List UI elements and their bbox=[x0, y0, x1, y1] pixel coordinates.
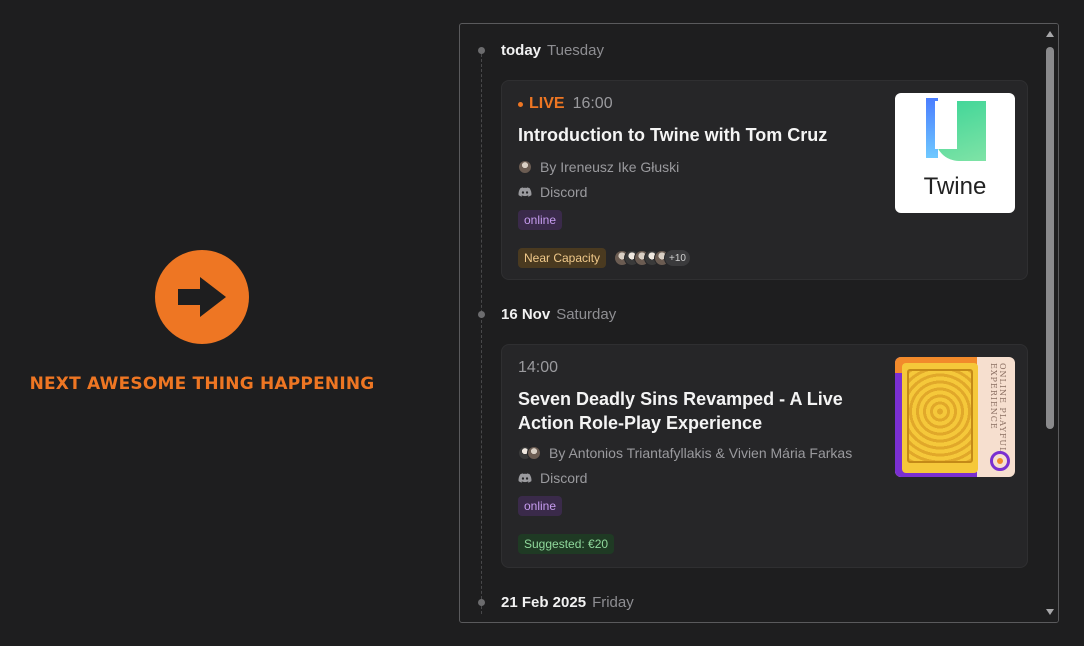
host-name[interactable]: By Antonios Triantafyllakis & Vivien Már… bbox=[549, 445, 852, 461]
event-details: LIVE 16:00 Introduction to Twine with To… bbox=[518, 95, 878, 268]
promo-block: NEXT AWESOME THING HAPPENING bbox=[0, 250, 404, 394]
scroll-down-icon[interactable] bbox=[1046, 609, 1054, 615]
event-card[interactable]: LIVE 16:00 Introduction to Twine with To… bbox=[501, 80, 1028, 280]
timeline-dot bbox=[478, 47, 485, 54]
vertical-scrollbar[interactable] bbox=[1042, 24, 1058, 622]
host-row: By Antonios Triantafyllakis & Vivien Már… bbox=[518, 445, 898, 461]
host-name[interactable]: By Ireneusz Ike Głuski bbox=[540, 159, 679, 175]
twine-logo-shape bbox=[935, 101, 986, 161]
brand-logo-icon bbox=[990, 451, 1010, 471]
day-label: Tuesday bbox=[547, 42, 604, 59]
timeline-line bbox=[481, 54, 482, 614]
price-badge: Suggested: €20 bbox=[518, 534, 615, 554]
online-tag: online bbox=[518, 210, 563, 230]
date-label: today bbox=[501, 42, 542, 59]
events-timeline-panel[interactable]: today Tuesday LIVE 16:00 Introduction to… bbox=[459, 23, 1059, 623]
date-label: 21 Feb 2025 bbox=[501, 594, 587, 611]
live-badge: LIVE bbox=[518, 95, 565, 113]
promo-title[interactable]: NEXT AWESOME THING HAPPENING bbox=[30, 374, 375, 394]
timeline-dot bbox=[478, 599, 485, 606]
platform-row: Discord bbox=[518, 184, 878, 200]
scroll-up-icon[interactable] bbox=[1046, 31, 1054, 37]
poster-image bbox=[902, 363, 978, 473]
platform-name: Discord bbox=[540, 184, 588, 200]
event-time-row: LIVE 16:00 bbox=[518, 95, 878, 113]
event-time: 14:00 bbox=[518, 359, 559, 376]
date-header: 16 Nov Saturday bbox=[501, 306, 616, 323]
event-title[interactable]: Introduction to Twine with Tom Cruz bbox=[518, 123, 878, 147]
arrow-right-icon[interactable] bbox=[155, 250, 249, 344]
timeline-dot bbox=[478, 311, 485, 318]
live-dot-icon bbox=[518, 101, 523, 107]
event-thumbnail[interactable]: ONLINE PLAYFUL EXPERIENCE bbox=[895, 357, 1015, 477]
date-header: 21 Feb 2025 Friday bbox=[501, 594, 634, 611]
host-avatar bbox=[527, 446, 541, 460]
event-thumbnail[interactable]: Twine bbox=[895, 93, 1015, 213]
day-label: Friday bbox=[592, 594, 634, 611]
date-label: 16 Nov bbox=[501, 306, 551, 323]
event-details: 14:00 Seven Deadly Sins Revamped - A Liv… bbox=[518, 359, 878, 554]
attendee-avatars[interactable]: +10 bbox=[614, 249, 691, 267]
host-row: By Ireneusz Ike Głuski bbox=[518, 159, 878, 175]
discord-icon bbox=[518, 473, 532, 483]
scroll-thumb[interactable] bbox=[1046, 47, 1054, 429]
discord-icon bbox=[518, 187, 532, 197]
live-label: LIVE bbox=[529, 95, 565, 112]
capacity-row: Near Capacity +10 bbox=[518, 248, 878, 268]
price-row: Suggested: €20 bbox=[518, 534, 878, 554]
online-tag: online bbox=[518, 496, 563, 516]
platform-row: Discord bbox=[518, 470, 878, 486]
host-avatar bbox=[518, 160, 532, 174]
event-time-row: 14:00 bbox=[518, 359, 878, 377]
poster-art bbox=[907, 369, 973, 463]
day-label: Saturday bbox=[556, 306, 617, 323]
event-card[interactable]: 14:00 Seven Deadly Sins Revamped - A Liv… bbox=[501, 344, 1028, 568]
date-header: today Tuesday bbox=[501, 42, 604, 59]
capacity-badge: Near Capacity bbox=[518, 248, 607, 268]
event-time: 16:00 bbox=[572, 95, 613, 112]
event-title[interactable]: Seven Deadly Sins Revamped - A Live Acti… bbox=[518, 387, 878, 435]
more-attendees-count: +10 bbox=[664, 249, 691, 267]
thumbnail-text: Twine bbox=[923, 173, 987, 200]
platform-name: Discord bbox=[540, 470, 588, 486]
host-avatars bbox=[518, 446, 541, 460]
